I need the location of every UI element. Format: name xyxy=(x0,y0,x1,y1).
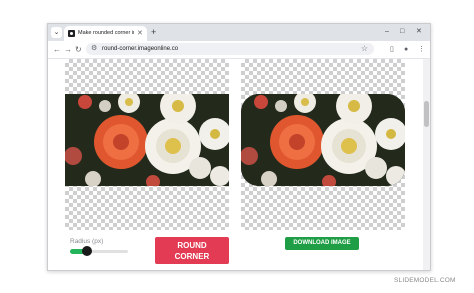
round-button-label-line1: ROUND xyxy=(177,240,207,250)
tab-close-icon[interactable]: ✕ xyxy=(137,29,143,38)
result-image-panel xyxy=(241,59,405,230)
close-window-icon[interactable]: ✕ xyxy=(416,26,422,38)
browser-tab[interactable]: Make rounded corner image o ✕ xyxy=(64,26,147,41)
forward-icon[interactable]: → xyxy=(64,44,72,55)
original-image-panel xyxy=(65,59,229,230)
url-text: round-corner.imageonline.co xyxy=(102,46,179,52)
tab-bar: ⌄ Make rounded corner image o ✕ + – □ ✕ xyxy=(48,24,430,41)
tab-title: Make rounded corner image o xyxy=(78,30,134,36)
round-corner-button[interactable]: ROUND CORNER xyxy=(155,237,229,264)
menu-kebab-icon[interactable]: ⋮ xyxy=(418,44,425,55)
new-tab-plus-icon[interactable]: + xyxy=(151,26,156,38)
browser-window: ⌄ Make rounded corner image o ✕ + – □ ✕ … xyxy=(47,23,431,271)
maximize-icon[interactable]: □ xyxy=(400,26,404,38)
original-flower-image xyxy=(65,94,229,186)
round-button-label-line2: CORNER xyxy=(174,251,210,261)
radius-label: Radius (px) xyxy=(70,238,104,245)
browser-toolbar: ← → ↻ ⚙ round-corner.imageonline.co ☆ ▯ … xyxy=(48,41,430,59)
download-image-button[interactable]: DOWNLOAD IMAGE xyxy=(285,237,359,250)
reload-icon[interactable]: ↻ xyxy=(75,44,82,55)
minimize-icon[interactable]: – xyxy=(385,26,389,38)
side-panel-icon[interactable]: ▯ xyxy=(390,44,394,55)
radius-slider[interactable] xyxy=(70,246,128,256)
slider-handle[interactable] xyxy=(82,246,93,256)
address-bar[interactable]: ⚙ round-corner.imageonline.co ☆ xyxy=(86,43,374,55)
watermark: SLIDEMODEL.COM xyxy=(394,277,456,284)
profile-icon[interactable]: ● xyxy=(404,44,408,55)
bookmark-star-icon[interactable]: ☆ xyxy=(361,43,368,55)
rounded-flower-image xyxy=(241,94,405,186)
scrollbar-thumb[interactable] xyxy=(424,101,429,127)
page-content: Radius (px) ROUND CORNER DOWNLOAD IMAGE xyxy=(48,59,430,270)
tab-search-icon[interactable]: ⌄ xyxy=(51,27,62,38)
back-icon[interactable]: ← xyxy=(53,44,61,55)
site-info-icon[interactable]: ⚙ xyxy=(91,44,97,54)
favicon-icon xyxy=(68,30,75,37)
page-scrollbar[interactable] xyxy=(423,59,430,270)
